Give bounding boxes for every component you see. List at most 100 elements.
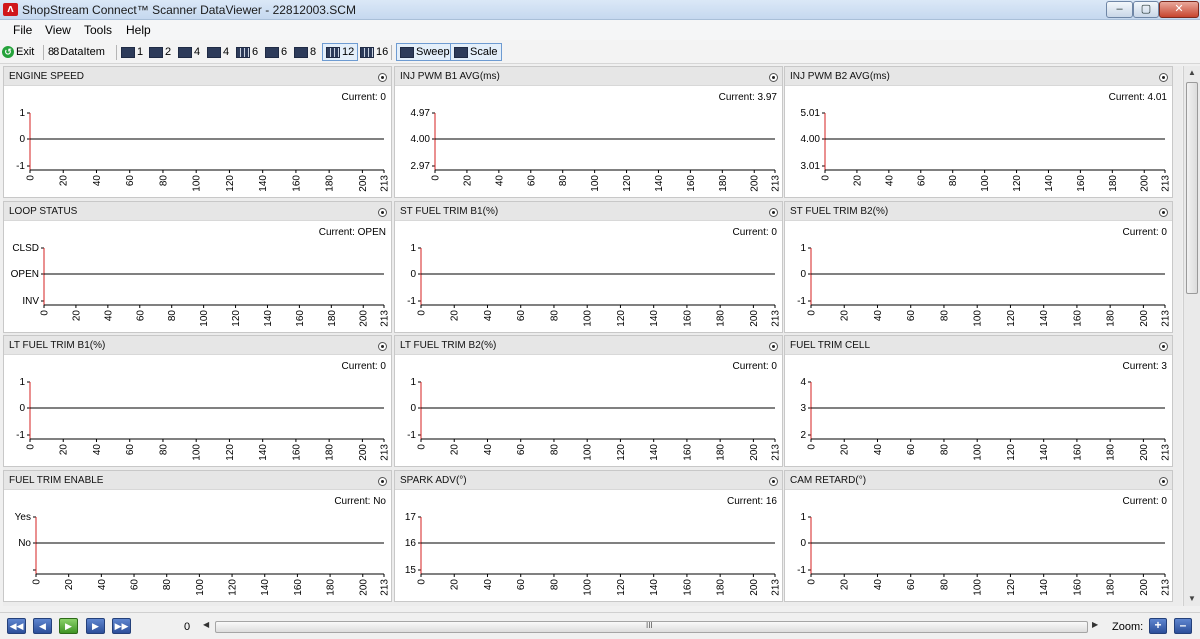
panel-select-radio-icon[interactable]: [378, 73, 387, 82]
graph-panel[interactable]: FUEL TRIM ENABLE Current: No Yes No 0 20 40 60 8…: [3, 470, 392, 602]
x-tick-label: 140: [258, 175, 269, 192]
layout-2-button[interactable]: 2: [149, 43, 171, 61]
step-forward-button[interactable]: ▶: [86, 618, 105, 634]
graph-panel[interactable]: LT FUEL TRIM B2(%) Current: 0 1 0 -1 0 20 40 60 8…: [394, 335, 783, 467]
menu-tools[interactable]: Tools: [84, 23, 112, 37]
panel-select-radio-icon[interactable]: [1159, 73, 1168, 82]
exit-button[interactable]: ↺ Exit: [2, 43, 34, 61]
graph-panel[interactable]: INJ PWM B2 AVG(ms) Current: 4.01 5.01 4.00 3…: [784, 66, 1173, 198]
scroll-up-icon[interactable]: ▲: [1188, 68, 1196, 77]
x-tick-label: 0: [807, 310, 818, 316]
panel-select-radio-icon[interactable]: [769, 342, 778, 351]
layout-12-button[interactable]: 12: [322, 43, 359, 61]
y-tick-label: -1: [16, 161, 25, 172]
x-tick-label: 140: [260, 579, 271, 596]
dataitem-button[interactable]: 88 DataItem: [48, 43, 105, 61]
graph-panel[interactable]: SPARK ADV(°) Current: 16 17 16 15 0 20 40 60 80 10…: [394, 470, 783, 602]
x-tick-label: 0: [821, 175, 832, 181]
step-back-button[interactable]: ◀: [33, 618, 52, 634]
x-tick-label: 0: [807, 579, 818, 585]
layout-6b-button[interactable]: 6: [265, 43, 287, 61]
last-frame-button[interactable]: ▶▶: [112, 618, 131, 634]
play-button[interactable]: ▶: [59, 618, 78, 634]
x-tick-label: 120: [228, 579, 239, 596]
scroll-left-icon[interactable]: ◀: [203, 620, 209, 629]
panel-title: ST FUEL TRIM B1(%): [400, 206, 499, 217]
scale-label: Scale: [470, 46, 498, 58]
panel-select-radio-icon[interactable]: [378, 342, 387, 351]
graph-panels: ENGINE SPEED Current: 0 1 0 -1 0 20 40 60 80 100 12…: [3, 66, 1182, 606]
layout-4b-button[interactable]: 4: [207, 43, 229, 61]
x-tick-label: 160: [682, 444, 693, 461]
menu-view[interactable]: View: [45, 23, 71, 37]
layout-6-button[interactable]: 6: [236, 43, 258, 61]
y-tick-label: OPEN: [11, 269, 39, 280]
panel-select-radio-icon[interactable]: [1159, 477, 1168, 486]
panel-title: LT FUEL TRIM B1(%): [9, 340, 106, 351]
x-tick-label: 0: [40, 310, 51, 316]
panel-select-radio-icon[interactable]: [1159, 342, 1168, 351]
sweep-button[interactable]: Sweep: [396, 43, 454, 61]
title-bar: ᐱ ShopStream Connect™ Scanner DataViewer…: [0, 0, 1200, 20]
panel-select-radio-icon[interactable]: [378, 477, 387, 486]
panel-select-radio-icon[interactable]: [769, 208, 778, 217]
panel-graph: 10-10 20 40 60 80 100 120 140 160 180 200 213: [797, 512, 1171, 596]
graph-panel[interactable]: ENGINE SPEED Current: 0 1 0 -1 0 20 40 60 80 100 12…: [3, 66, 392, 198]
menu-help[interactable]: Help: [126, 23, 151, 37]
graph-panel[interactable]: FUEL TRIM CELL Current: 3 4 3 2 0 20 40 60 80 100 1…: [784, 335, 1173, 467]
vertical-scrollbar[interactable]: ▲ ▼: [1183, 66, 1200, 606]
x-tick-label: 140: [1039, 310, 1050, 327]
layout-icon: [236, 46, 250, 58]
x-tick-label: 100: [973, 444, 984, 461]
zoom-out-button[interactable]: –: [1174, 618, 1192, 634]
layout-1-button[interactable]: 1: [121, 43, 143, 61]
x-tick-label: 200: [749, 444, 760, 461]
x-tick-label: 120: [1006, 579, 1017, 596]
x-tick-label: 20: [840, 444, 851, 456]
panel-select-radio-icon[interactable]: [769, 477, 778, 486]
layout-4-button[interactable]: 4: [178, 43, 200, 61]
layout-16-button[interactable]: 16: [360, 43, 388, 61]
timeline-scroll-thumb[interactable]: III: [215, 621, 1088, 633]
layout-icon: [178, 46, 192, 58]
panel-graph: 10-10 20 40 60 80 100 120 140 160 180 200 213: [797, 243, 1171, 327]
scroll-down-icon[interactable]: ▼: [1188, 594, 1196, 603]
graph-panel[interactable]: ST FUEL TRIM B2(%) Current: 0 1 0 -1 0 20 40 60 8…: [784, 201, 1173, 333]
x-tick-label: 140: [649, 310, 660, 327]
x-tick-label: 140: [1039, 579, 1050, 596]
maximize-button[interactable]: ▢: [1133, 1, 1159, 18]
first-frame-button[interactable]: ◀◀: [7, 618, 26, 634]
x-tick-label: 80: [939, 310, 950, 322]
panel-select-radio-icon[interactable]: [769, 73, 778, 82]
timeline-scrollbar[interactable]: ◀ III ▶: [203, 620, 1101, 633]
scroll-right-icon[interactable]: ▶: [1092, 620, 1098, 629]
x-tick-label: 120: [1012, 175, 1023, 192]
graph-panel[interactable]: LOOP STATUS Current: OPEN CLSD OPEN INV 0 20 40…: [3, 201, 392, 333]
close-button[interactable]: ✕: [1159, 1, 1199, 18]
scale-button[interactable]: Scale: [450, 43, 502, 61]
panel-graph: 4 3 20 20 40 60 80 100 120 140 160 180 200 213: [800, 377, 1171, 461]
panel-select-radio-icon[interactable]: [378, 208, 387, 217]
graph-panel[interactable]: INJ PWM B1 AVG(ms) Current: 3.97 4.97 4.00 2…: [394, 66, 783, 198]
x-tick-label: 100: [583, 579, 594, 596]
menu-bar: File View Tools Help: [0, 20, 1200, 40]
menu-file[interactable]: File: [13, 23, 32, 37]
y-tick-label: 4.00: [801, 134, 821, 145]
x-tick-label: 213: [380, 310, 391, 327]
x-tick-label: 200: [749, 310, 760, 327]
scroll-grip: III: [646, 621, 653, 630]
x-tick-label: 20: [840, 579, 851, 591]
zoom-in-button[interactable]: +: [1149, 618, 1167, 634]
x-tick-label: 180: [1106, 444, 1117, 461]
graph-panel[interactable]: CAM RETARD(°) Current: 0 1 0 -1 0 20 40 60 80 100 1…: [784, 470, 1173, 602]
panel-select-radio-icon[interactable]: [1159, 208, 1168, 217]
minimize-button[interactable]: –: [1106, 1, 1133, 18]
graph-panel[interactable]: LT FUEL TRIM B1(%) Current: 0 1 0 -1 0 20 40 60 8…: [3, 335, 392, 467]
x-tick-label: 40: [92, 444, 103, 456]
layout-8-button[interactable]: 8: [294, 43, 316, 61]
panel-graph: 10-10 20 40 60 80 100 120 140 160 180 200 213: [16, 108, 390, 192]
graph-panel[interactable]: ST FUEL TRIM B1(%) Current: 0 1 0 -1 0 20 40 60 8…: [394, 201, 783, 333]
layout-icon: [326, 46, 340, 58]
vertical-scroll-thumb[interactable]: [1186, 82, 1198, 294]
x-tick-label: 200: [1139, 579, 1150, 596]
